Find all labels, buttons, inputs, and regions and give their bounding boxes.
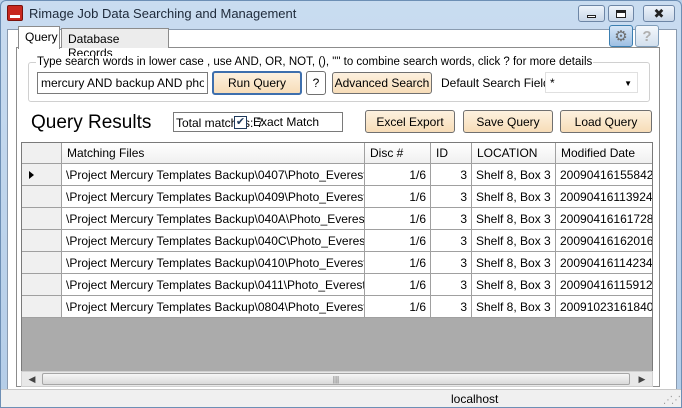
settings-button[interactable]: ⚙ bbox=[609, 25, 633, 47]
grid-header-row: Matching Files Disc # ID LOCATION Modifi… bbox=[22, 143, 652, 164]
row-header-cell[interactable] bbox=[22, 296, 62, 318]
cell-location[interactable]: Shelf 8, Box 3 bbox=[472, 186, 556, 208]
cell-matching-file[interactable]: \Project Mercury Templates Backup\0407\P… bbox=[62, 164, 365, 186]
cell-id[interactable]: 3 bbox=[431, 296, 472, 318]
tab-database-records[interactable]: Database Records bbox=[61, 28, 169, 60]
close-icon: ✖ bbox=[653, 6, 665, 21]
cell-modified-date[interactable]: 20090416115912 bbox=[556, 274, 652, 296]
cell-matching-file[interactable]: \Project Mercury Templates Backup\0410\P… bbox=[62, 252, 365, 274]
gear-icon: ⚙ bbox=[614, 28, 628, 45]
default-field-label: Default Search Field: bbox=[441, 76, 554, 90]
grid-corner-cell bbox=[22, 143, 62, 164]
table-row[interactable]: \Project Mercury Templates Backup\040C\P… bbox=[22, 230, 652, 252]
cell-location[interactable]: Shelf 8, Box 3 bbox=[472, 252, 556, 274]
title-bar[interactable]: Rimage Job Data Searching and Management… bbox=[1, 1, 681, 27]
cell-modified-date[interactable]: 20090416114234 bbox=[556, 252, 652, 274]
column-header-disc[interactable]: Disc # bbox=[365, 143, 431, 164]
default-field-select[interactable]: * ▼ bbox=[545, 72, 638, 93]
cell-modified-date[interactable]: 20090416162016 bbox=[556, 230, 652, 252]
exact-match-label: Exact Match bbox=[253, 115, 320, 129]
row-header-cell[interactable] bbox=[22, 252, 62, 274]
cell-id[interactable]: 3 bbox=[431, 208, 472, 230]
tab-query-label: Query bbox=[25, 30, 58, 44]
cell-modified-date[interactable]: 20091023161840 bbox=[556, 296, 652, 318]
help-button[interactable]: ? bbox=[635, 25, 659, 47]
cell-disc[interactable]: 1/6 bbox=[365, 252, 431, 274]
cell-location[interactable]: Shelf 8, Box 3 bbox=[472, 296, 556, 318]
row-header-cell[interactable] bbox=[22, 164, 62, 186]
maximize-button[interactable] bbox=[608, 5, 634, 22]
resize-grip-icon[interactable]: ⋰⋰ bbox=[663, 395, 681, 406]
cell-matching-file[interactable]: \Project Mercury Templates Backup\0804\P… bbox=[62, 296, 365, 318]
cell-disc[interactable]: 1/6 bbox=[365, 208, 431, 230]
search-instructions: Type search words in lower case , use AN… bbox=[36, 56, 594, 68]
close-button[interactable]: ✖ bbox=[643, 5, 675, 22]
syntax-help-button[interactable]: ? bbox=[306, 71, 326, 95]
cell-disc[interactable]: 1/6 bbox=[365, 274, 431, 296]
load-query-button[interactable]: Load Query bbox=[560, 110, 652, 133]
query-results-heading: Query Results bbox=[31, 112, 152, 133]
app-icon bbox=[7, 5, 23, 21]
cell-location[interactable]: Shelf 8, Box 3 bbox=[472, 230, 556, 252]
table-row[interactable]: \Project Mercury Templates Backup\0409\P… bbox=[22, 186, 652, 208]
cell-modified-date[interactable]: 20090416113924 bbox=[556, 186, 652, 208]
scroll-right-icon[interactable]: ▶ bbox=[634, 373, 650, 386]
cell-id[interactable]: 3 bbox=[431, 252, 472, 274]
cell-disc[interactable]: 1/6 bbox=[365, 164, 431, 186]
table-row[interactable]: \Project Mercury Templates Backup\0411\P… bbox=[22, 274, 652, 296]
cell-disc[interactable]: 1/6 bbox=[365, 296, 431, 318]
search-input[interactable] bbox=[37, 72, 208, 94]
cell-modified-date[interactable]: 20090416155842 bbox=[556, 164, 652, 186]
table-row[interactable]: \Project Mercury Templates Backup\0407\P… bbox=[22, 164, 652, 186]
row-header-cell[interactable] bbox=[22, 208, 62, 230]
default-field-value: * bbox=[550, 76, 555, 90]
column-header-location[interactable]: LOCATION bbox=[472, 143, 556, 164]
cell-modified-date[interactable]: 20090416161728 bbox=[556, 208, 652, 230]
run-query-button[interactable]: Run Query bbox=[212, 71, 302, 95]
horizontal-scrollbar[interactable]: ◀ ||| ▶ bbox=[21, 371, 653, 387]
server-status: localhost bbox=[451, 392, 499, 406]
cell-location[interactable]: Shelf 8, Box 3 bbox=[472, 274, 556, 296]
cell-matching-file[interactable]: \Project Mercury Templates Backup\040A\P… bbox=[62, 208, 365, 230]
checkmark-icon: ✔ bbox=[235, 115, 246, 128]
cell-id[interactable]: 3 bbox=[431, 186, 472, 208]
current-row-arrow-icon bbox=[29, 171, 34, 179]
save-query-button[interactable]: Save Query bbox=[463, 110, 553, 133]
help-icon: ? bbox=[642, 27, 652, 45]
app-window: Rimage Job Data Searching and Management… bbox=[0, 0, 682, 408]
cell-location[interactable]: Shelf 8, Box 3 bbox=[472, 164, 556, 186]
chevron-down-icon: ▼ bbox=[624, 79, 632, 88]
cell-disc[interactable]: 1/6 bbox=[365, 186, 431, 208]
exact-match-checkbox[interactable]: ✔ bbox=[234, 115, 247, 129]
cell-disc[interactable]: 1/6 bbox=[365, 230, 431, 252]
column-header-modified-date[interactable]: Modified Date bbox=[556, 143, 652, 164]
results-grid[interactable]: Matching Files Disc # ID LOCATION Modifi… bbox=[21, 142, 653, 385]
exact-match-option[interactable]: ✔ Exact Match bbox=[234, 115, 319, 129]
minimize-button[interactable] bbox=[578, 5, 605, 22]
table-row[interactable]: \Project Mercury Templates Backup\0410\P… bbox=[22, 252, 652, 274]
cell-matching-file[interactable]: \Project Mercury Templates Backup\040C\P… bbox=[62, 230, 365, 252]
cell-id[interactable]: 3 bbox=[431, 164, 472, 186]
cell-location[interactable]: Shelf 8, Box 3 bbox=[472, 208, 556, 230]
excel-export-button[interactable]: Excel Export bbox=[365, 110, 455, 133]
row-header-cell[interactable] bbox=[22, 230, 62, 252]
cell-id[interactable]: 3 bbox=[431, 230, 472, 252]
window-title: Rimage Job Data Searching and Management bbox=[29, 6, 297, 21]
row-header-cell[interactable] bbox=[22, 274, 62, 296]
cell-matching-file[interactable]: \Project Mercury Templates Backup\0409\P… bbox=[62, 186, 365, 208]
column-header-matching-files[interactable]: Matching Files bbox=[62, 143, 365, 164]
cell-id[interactable]: 3 bbox=[431, 274, 472, 296]
table-row[interactable]: \Project Mercury Templates Backup\0804\P… bbox=[22, 296, 652, 318]
scroll-left-icon[interactable]: ◀ bbox=[24, 373, 40, 386]
status-bar: localhost ⋰⋰ bbox=[1, 389, 681, 407]
scroll-thumb[interactable]: ||| bbox=[42, 373, 630, 385]
maximize-icon bbox=[616, 9, 626, 18]
cell-matching-file[interactable]: \Project Mercury Templates Backup\0411\P… bbox=[62, 274, 365, 296]
row-header-cell[interactable] bbox=[22, 186, 62, 208]
advanced-search-button[interactable]: Advanced Search bbox=[332, 72, 432, 94]
tab-query[interactable]: Query bbox=[18, 26, 60, 49]
minimize-icon bbox=[587, 14, 596, 18]
table-row[interactable]: \Project Mercury Templates Backup\040A\P… bbox=[22, 208, 652, 230]
column-header-id[interactable]: ID bbox=[431, 143, 472, 164]
